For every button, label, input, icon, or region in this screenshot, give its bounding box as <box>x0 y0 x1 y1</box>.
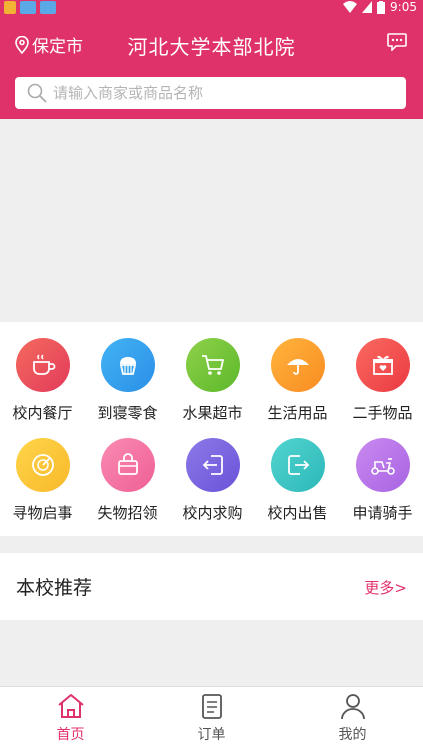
user-icon <box>340 694 365 720</box>
chat-bubble-icon <box>387 33 407 52</box>
notification-app-icon <box>4 1 16 14</box>
category-item-lost-search[interactable]: 寻物启事 <box>0 422 85 522</box>
home-icon <box>57 694 84 718</box>
category-item-rider-apply[interactable]: 申请骑手 <box>340 422 423 522</box>
wifi-icon <box>343 1 358 13</box>
more-link[interactable]: 更多> <box>364 577 407 598</box>
category-label: 申请骑手 <box>352 504 413 522</box>
notification-app-icon <box>40 1 56 14</box>
radar-icon <box>15 438 70 492</box>
search-icon <box>27 83 47 103</box>
message-button[interactable] <box>387 33 407 55</box>
tab-mine[interactable]: 我的 <box>282 687 423 750</box>
banner-area <box>0 119 423 322</box>
arrow-out-icon <box>270 438 325 492</box>
header-background: 9:05 保定市 河北大学本部北院 <box>0 0 423 119</box>
search-input[interactable] <box>53 84 373 102</box>
category-label: 二手物品 <box>352 404 413 422</box>
tab-orders[interactable]: 订单 <box>141 687 282 750</box>
status-time: 9:05 <box>390 0 417 14</box>
category-item-fruit-market[interactable]: 水果超市 <box>170 322 255 422</box>
scooter-icon <box>355 438 410 492</box>
app-header: 保定市 河北大学本部北院 <box>0 22 423 66</box>
category-label: 到寝零食 <box>97 404 158 422</box>
category-item-snacks[interactable]: 到寝零食 <box>85 322 170 422</box>
category-label: 校内求购 <box>182 504 243 522</box>
cupcake-icon <box>100 338 155 392</box>
signal-icon <box>362 1 373 13</box>
category-label: 寻物启事 <box>12 504 73 522</box>
page-title: 河北大学本部北院 <box>127 35 296 59</box>
gift-box-icon <box>355 338 410 392</box>
category-item-lost-found[interactable]: 失物招领 <box>85 422 170 522</box>
category-item-daily-goods[interactable]: 生活用品 <box>255 322 340 422</box>
category-label: 校内出售 <box>267 504 328 522</box>
order-list-icon <box>201 694 222 719</box>
recommend-title: 本校推荐 <box>16 577 93 599</box>
category-item-second-hand[interactable]: 二手物品 <box>340 322 423 422</box>
tab-label: 首页 <box>56 727 85 743</box>
battery-icon <box>377 0 386 14</box>
bag-icon <box>100 438 155 492</box>
bottom-tab-bar: 首页 订单 我的 <box>0 686 423 750</box>
coffee-cup-icon <box>15 338 70 392</box>
category-item-restaurant[interactable]: 校内餐厅 <box>0 322 85 422</box>
category-grid: 校内餐厅 到寝零食 水果超市 生活用品 二手物品 寻物启事 失物招领 校内求购 … <box>0 322 423 536</box>
tab-label: 订单 <box>197 727 226 743</box>
category-label: 校内餐厅 <box>12 404 73 422</box>
notification-app-icon <box>20 1 36 14</box>
tab-home[interactable]: 首页 <box>0 687 141 750</box>
category-item-buy-request[interactable]: 校内求购 <box>170 422 255 522</box>
shopping-cart-icon <box>185 338 240 392</box>
status-bar: 9:05 <box>0 0 423 16</box>
category-label: 失物招领 <box>97 504 158 522</box>
recommend-section: 本校推荐 更多> <box>0 553 423 620</box>
search-bar[interactable] <box>15 77 406 109</box>
umbrella-icon <box>270 338 325 392</box>
arrow-in-icon <box>185 438 240 492</box>
category-label: 生活用品 <box>267 404 328 422</box>
category-label: 水果超市 <box>182 404 243 422</box>
tab-label: 我的 <box>338 727 367 743</box>
category-item-sell[interactable]: 校内出售 <box>255 422 340 522</box>
